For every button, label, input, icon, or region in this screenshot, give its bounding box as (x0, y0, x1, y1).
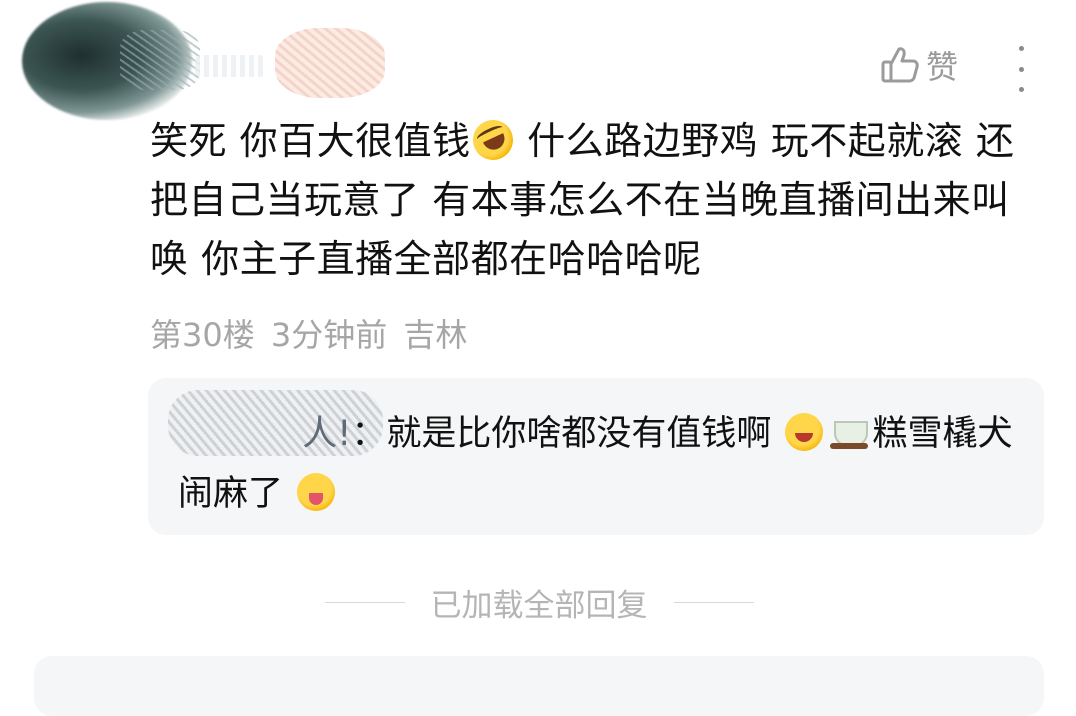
avatar-redaction (120, 30, 200, 90)
thumbs-up-icon (880, 45, 920, 85)
reply-author[interactable]: xxxxxx人! (178, 414, 351, 454)
tea-emoji (828, 411, 870, 451)
comment-meta: 第30楼 3分钟前 吉林 (150, 316, 468, 354)
comment-text: 笑死 你百大很值钱 什么路边野鸡 玩不起就滚 还把自己当玩意了 有本事怎么不在当… (150, 112, 1040, 289)
username-redacted[interactable] (195, 55, 265, 77)
divider-right (673, 601, 754, 603)
savoring-food-emoji (297, 473, 336, 511)
reply-item[interactable]: xxxxxx人!：就是比你啥都没有值钱啊 糕雪橇犬闹麻了 (178, 404, 1018, 524)
user-level-redacted (275, 28, 385, 98)
reply-thread[interactable]: xxxxxx人!：就是比你啥都没有值钱啊 糕雪橇犬闹麻了 (148, 378, 1044, 535)
like-label: 赞 (926, 48, 959, 86)
all-replies-loaded-indicator: 已加载全部回复 (320, 578, 758, 626)
next-comment-card[interactable] (34, 656, 1044, 716)
divider-left (324, 601, 405, 603)
more-vertical-icon (1018, 46, 1024, 51)
more-options-button[interactable] (1006, 46, 1036, 92)
like-button[interactable]: 赞 (880, 42, 958, 88)
grinning-squint-emoji (785, 413, 824, 451)
loaded-all-replies-text: 已加载全部回复 (430, 587, 648, 624)
rolling-laughing-emoji (466, 113, 520, 167)
